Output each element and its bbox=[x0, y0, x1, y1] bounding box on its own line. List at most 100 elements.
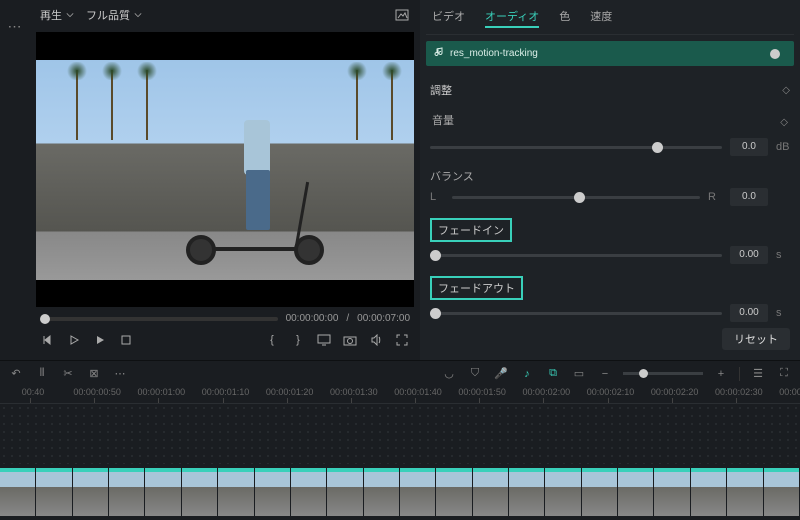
timeline-toolbar: ↶ ⫴ ✂ ⊠ ⋯ ◡ ⛉ 🎤 ♪ ⧉ ▭ − + ☰ ⛶ bbox=[0, 360, 800, 386]
link-icon[interactable]: ⧉ bbox=[545, 367, 561, 380]
scrub-slider[interactable] bbox=[40, 317, 278, 321]
bracket-right-icon[interactable]: } bbox=[290, 332, 306, 348]
chevron-down-icon bbox=[66, 11, 74, 19]
keyframe-diamond-icon[interactable]: ◇ bbox=[780, 117, 788, 128]
fadein-value[interactable]: 0.00 bbox=[730, 246, 768, 264]
plus-icon[interactable]: + bbox=[713, 368, 729, 380]
clip-thumbnail[interactable] bbox=[727, 468, 763, 516]
divider bbox=[739, 367, 740, 381]
audio-mixer-icon[interactable]: ♪ bbox=[519, 368, 535, 380]
mic-icon[interactable]: 🎤 bbox=[493, 367, 509, 380]
balance-value[interactable]: 0.0 bbox=[730, 188, 768, 206]
volume-icon[interactable] bbox=[368, 332, 384, 348]
snapshot-icon[interactable] bbox=[394, 7, 410, 23]
property-tabs: ビデオ オーディオ 色 速度 bbox=[426, 4, 794, 35]
timeline-area[interactable] bbox=[0, 404, 800, 520]
clip-thumbnail[interactable] bbox=[509, 468, 545, 516]
prev-frame-icon[interactable] bbox=[40, 332, 56, 348]
music-note-icon bbox=[434, 47, 444, 60]
tab-color[interactable]: 色 bbox=[559, 6, 570, 28]
tab-speed[interactable]: 速度 bbox=[590, 6, 612, 28]
monitor-icon[interactable] bbox=[316, 332, 332, 348]
expand-icon[interactable]: ⛶ bbox=[776, 367, 792, 380]
clip-thumbnail[interactable] bbox=[218, 468, 254, 516]
clip-thumbnail[interactable] bbox=[764, 468, 800, 516]
timecode-total: 00:00:07:00 bbox=[357, 313, 410, 324]
keyframe-diamond-icon[interactable]: ◇ bbox=[782, 85, 790, 96]
clip-thumbnail[interactable] bbox=[654, 468, 690, 516]
playback-mode-dropdown[interactable]: 再生 bbox=[40, 7, 74, 23]
volume-value[interactable]: 0.0 bbox=[730, 138, 768, 156]
section-adjust-label: 調整 bbox=[430, 82, 452, 98]
balance-l: L bbox=[430, 191, 444, 203]
clip-handle[interactable] bbox=[770, 49, 780, 59]
balance-slider[interactable] bbox=[452, 196, 700, 199]
video-track[interactable] bbox=[0, 468, 800, 516]
properties-panel: ビデオ オーディオ 色 速度 res_motion-tracking 調整 ◇ bbox=[420, 0, 800, 360]
subclip-icon[interactable]: ▭ bbox=[571, 367, 587, 380]
stop-icon[interactable] bbox=[118, 332, 134, 348]
clip-thumbnail[interactable] bbox=[618, 468, 654, 516]
more-dots-icon[interactable]: ⋯ bbox=[112, 367, 128, 380]
clip-thumbnail[interactable] bbox=[291, 468, 327, 516]
clip-thumbnail[interactable] bbox=[255, 468, 291, 516]
clip-thumbnail[interactable] bbox=[400, 468, 436, 516]
fadeout-value[interactable]: 0.00 bbox=[730, 304, 768, 322]
camera-icon[interactable] bbox=[342, 332, 358, 348]
bracket-left-icon[interactable]: { bbox=[264, 332, 280, 348]
clip-thumbnail[interactable] bbox=[36, 468, 72, 516]
play-icon[interactable] bbox=[92, 332, 108, 348]
fadeout-unit: s bbox=[776, 307, 790, 319]
fadein-slider[interactable] bbox=[430, 254, 722, 257]
clip-thumbnail[interactable] bbox=[182, 468, 218, 516]
volume-slider[interactable] bbox=[430, 146, 722, 149]
list-view-icon[interactable]: ☰ bbox=[750, 367, 766, 380]
preview-panel: 再生 フル品質 bbox=[30, 0, 420, 360]
sliders-icon[interactable]: ⫴ bbox=[34, 367, 50, 380]
timeline-ruler[interactable]: 00:4000:00:00:5000:00:01:0000:00:01:1000… bbox=[0, 386, 800, 404]
clip-bar[interactable]: res_motion-tracking bbox=[426, 41, 794, 66]
zoom-slider[interactable] bbox=[623, 372, 703, 375]
timecode-sep: / bbox=[346, 313, 349, 324]
clip-thumbnail[interactable] bbox=[691, 468, 727, 516]
minus-icon[interactable]: − bbox=[597, 368, 613, 380]
clip-thumbnail[interactable] bbox=[473, 468, 509, 516]
fadeout-label: フェードアウト bbox=[430, 276, 523, 300]
reset-button[interactable]: リセット bbox=[722, 328, 790, 350]
playback-mode-label: 再生 bbox=[40, 7, 62, 23]
cut-icon[interactable]: ✂ bbox=[60, 367, 76, 380]
clip-thumbnail[interactable] bbox=[582, 468, 618, 516]
marker-icon[interactable]: ◡ bbox=[441, 367, 457, 380]
play-backward-icon[interactable] bbox=[66, 332, 82, 348]
shield-icon[interactable]: ⛉ bbox=[467, 367, 483, 380]
clip-thumbnail[interactable] bbox=[364, 468, 400, 516]
quality-dropdown[interactable]: フル品質 bbox=[86, 7, 142, 23]
scrub-handle[interactable] bbox=[40, 314, 50, 324]
clip-thumbnail[interactable] bbox=[145, 468, 181, 516]
fadeout-slider[interactable] bbox=[430, 312, 722, 315]
more-icon[interactable]: ⋯ bbox=[8, 18, 23, 35]
volume-unit: dB bbox=[776, 141, 790, 153]
clip-thumbnail[interactable] bbox=[0, 468, 36, 516]
left-strip: ⋯ bbox=[0, 0, 30, 360]
clip-thumbnail[interactable] bbox=[436, 468, 472, 516]
clip-name: res_motion-tracking bbox=[450, 48, 538, 59]
chevron-down-icon bbox=[134, 11, 142, 19]
fadein-label: フェードイン bbox=[430, 218, 512, 242]
clip-thumbnail[interactable] bbox=[327, 468, 363, 516]
empty-track[interactable] bbox=[0, 404, 800, 464]
fadein-unit: s bbox=[776, 249, 790, 261]
clip-thumbnail[interactable] bbox=[73, 468, 109, 516]
tab-audio[interactable]: オーディオ bbox=[485, 6, 539, 28]
timecode-current: 00:00:00:00 bbox=[286, 313, 339, 324]
square-x-icon[interactable]: ⊠ bbox=[86, 367, 102, 380]
balance-r: R bbox=[708, 191, 722, 203]
video-preview[interactable] bbox=[36, 32, 414, 307]
tab-video[interactable]: ビデオ bbox=[432, 6, 465, 28]
clip-thumbnail[interactable] bbox=[545, 468, 581, 516]
undo-icon[interactable]: ↶ bbox=[8, 367, 24, 380]
clip-thumbnail[interactable] bbox=[109, 468, 145, 516]
balance-label: バランス bbox=[430, 168, 790, 184]
fullscreen-icon[interactable] bbox=[394, 332, 410, 348]
quality-label: フル品質 bbox=[86, 7, 130, 23]
